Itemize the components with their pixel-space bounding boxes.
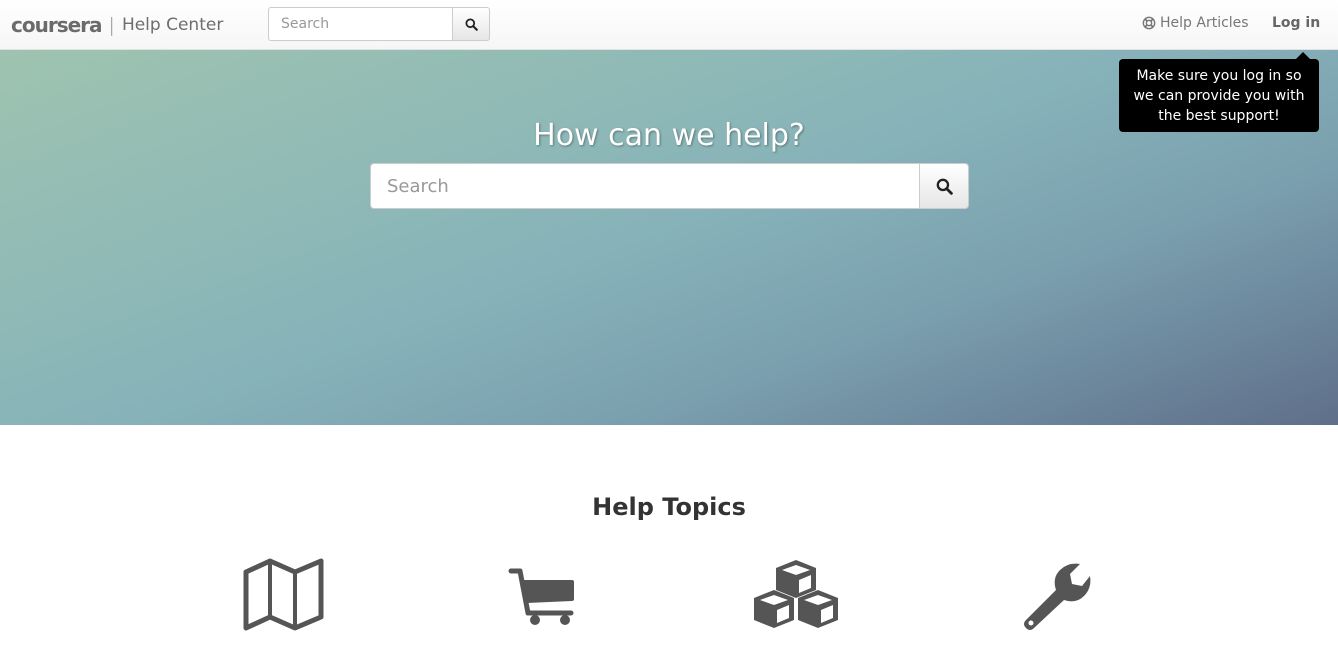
search-icon xyxy=(464,17,478,31)
help-center-title[interactable]: Help Center xyxy=(122,15,223,35)
hero-search-button[interactable] xyxy=(919,163,969,209)
hero-search-input[interactable] xyxy=(370,163,919,209)
brand[interactable]: coursera | Help Center xyxy=(11,10,223,40)
help-articles-link[interactable]: Help Articles xyxy=(1142,15,1249,31)
header-search xyxy=(268,7,490,41)
life-ring-icon xyxy=(1142,16,1156,30)
coursera-logo[interactable]: coursera xyxy=(11,13,103,37)
map-icon[interactable] xyxy=(242,558,326,632)
search-icon xyxy=(936,178,953,195)
help-articles-label: Help Articles xyxy=(1160,15,1249,31)
header-search-button[interactable] xyxy=(452,7,490,41)
shopping-cart-icon[interactable] xyxy=(508,558,576,628)
hero-search xyxy=(370,163,969,209)
wrench-icon[interactable] xyxy=(1022,558,1092,632)
cubes-icon[interactable] xyxy=(752,558,840,632)
brand-separator: | xyxy=(108,14,115,36)
top-navbar: coursera | Help Center Help Articles Log… xyxy=(0,0,1338,50)
login-link[interactable]: Log in xyxy=(1272,15,1320,31)
header-search-input[interactable] xyxy=(268,7,452,41)
help-topics-title: Help Topics xyxy=(592,493,746,521)
login-tooltip: Make sure you log in so we can provide y… xyxy=(1119,52,1319,132)
